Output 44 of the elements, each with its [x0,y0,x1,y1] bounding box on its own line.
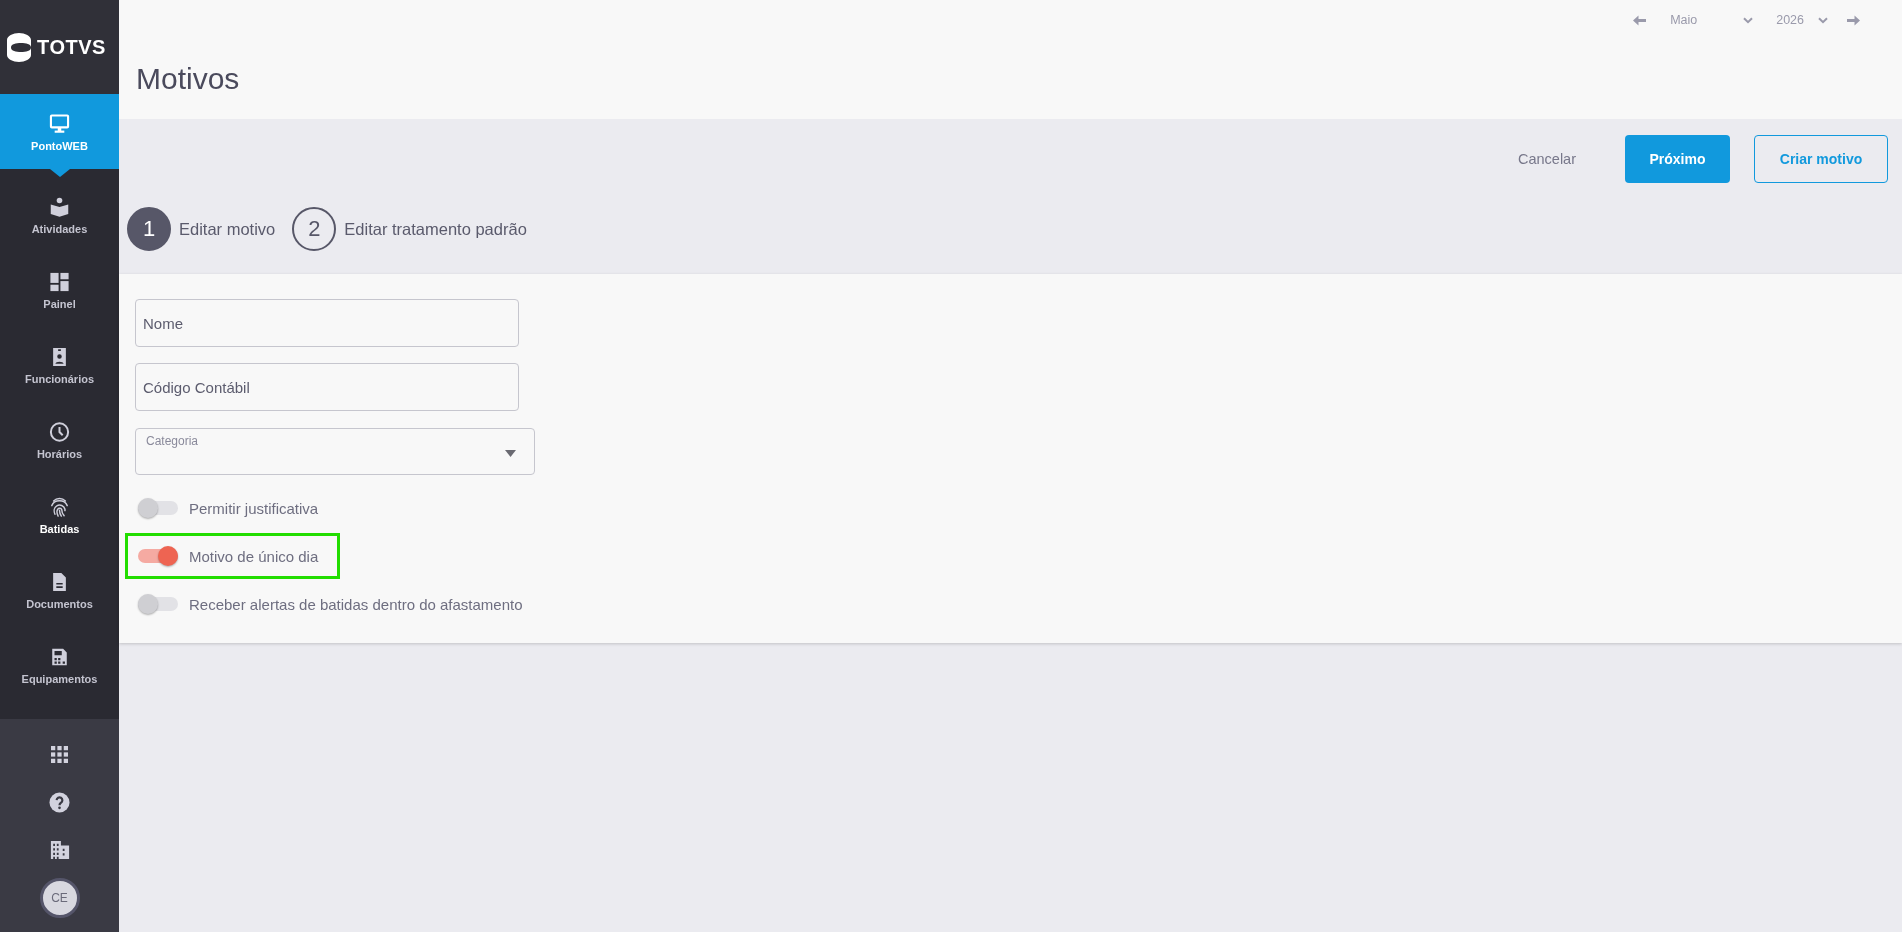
step-label: Editar motivo [179,219,276,239]
nav-item[interactable]: Atividades [0,177,119,252]
toggle-switch[interactable] [138,498,178,518]
page-title: Motivos [136,61,240,97]
step-label: Editar tratamento padrão [344,219,527,239]
apps-grid-icon[interactable] [51,745,68,763]
step-number: 1 [127,207,171,251]
arrow-left-icon[interactable] [1633,14,1647,26]
monitor-icon [49,113,70,134]
nav-item[interactable]: PontoWEB [0,94,119,169]
text-field[interactable]: Nome [135,299,519,347]
chevron-down-icon [1818,16,1828,24]
chevron-down-icon [1743,16,1754,24]
outline-button[interactable]: Criar motivo [1754,135,1888,183]
help-icon[interactable] [49,791,70,813]
caret-down-icon [505,450,516,457]
user-avatar[interactable]: CE [39,878,80,918]
nav-item[interactable]: Painel [0,252,119,327]
toggle-label: Motivo de único dia [189,547,319,565]
step-number: 2 [292,207,337,251]
toggle-switch[interactable] [138,546,178,566]
fingerprint-icon [49,496,70,517]
category-select[interactable]: Categoria [135,428,535,475]
toggle-label: Permitir justificativa [189,499,319,517]
nav-item[interactable]: Equipamentos [0,627,119,702]
logo-text: TOTVS [37,35,106,59]
nav-item[interactable]: Horários [0,402,119,477]
book-reader-icon [49,196,70,217]
toggle-switch[interactable] [138,594,178,614]
year-select[interactable]: 2026 [1776,13,1828,27]
building-icon[interactable] [49,840,70,860]
month-select[interactable]: Maio [1670,13,1754,27]
text-field[interactable]: Código Contábil [135,363,519,411]
pointer-icon [49,169,70,177]
dashboard-icon [49,271,70,292]
nav-item[interactable]: Documentos [0,552,119,627]
logo-icon [7,32,32,62]
nav-item[interactable]: Funcionários [0,327,119,402]
nav-item[interactable]: Batidas [0,477,119,552]
primary-button[interactable]: Próximo [1625,135,1730,183]
arrow-right-icon[interactable] [1847,14,1860,26]
clock-icon [49,421,70,442]
toggle-label: Receber alertas de batidas dentro do afastamento [189,595,523,613]
text-button[interactable]: Cancelar [1496,135,1597,183]
